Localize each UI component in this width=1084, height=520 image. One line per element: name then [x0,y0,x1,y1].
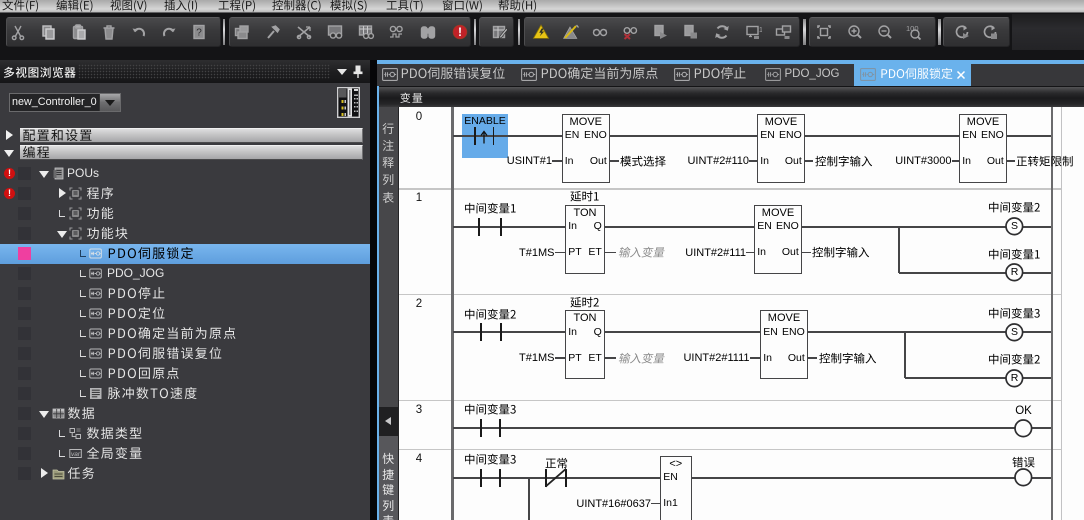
svg-text:1: 1 [759,27,762,34]
svg-text:var: var [70,451,80,458]
svg-text:?: ? [196,28,202,39]
svg-text:!: ! [458,25,462,39]
